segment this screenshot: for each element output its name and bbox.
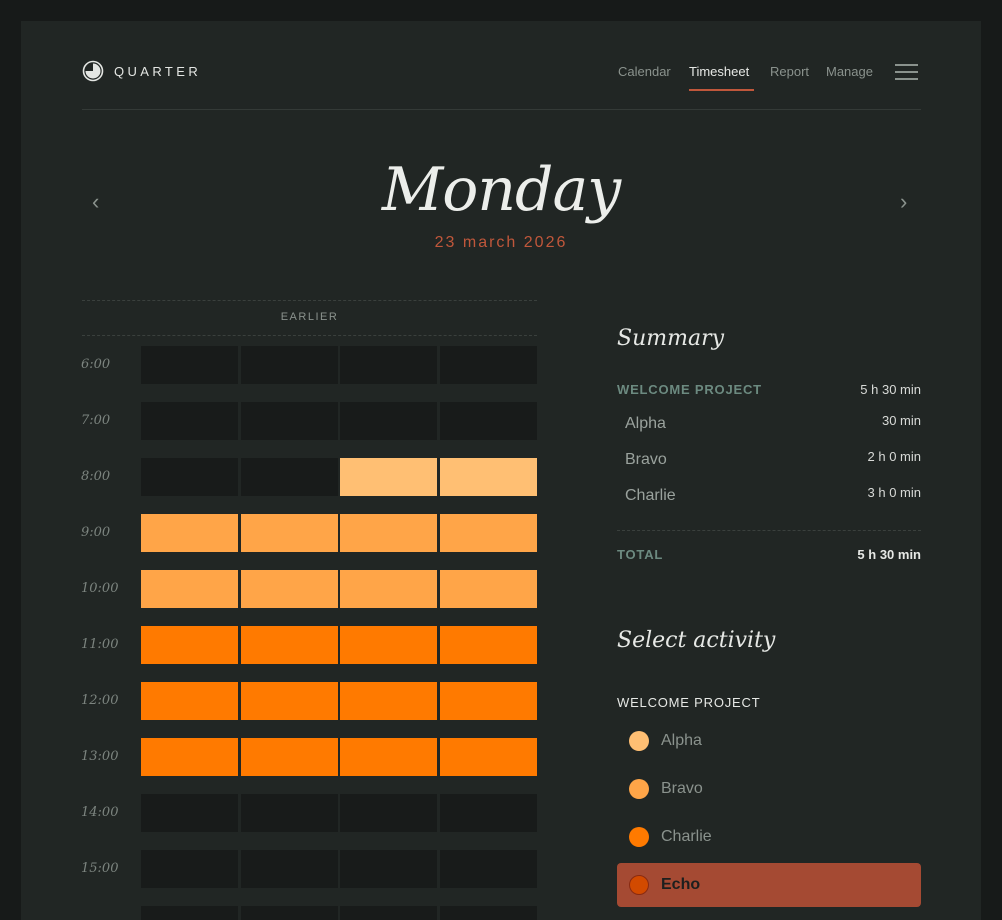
hour-label: 14:00 — [81, 805, 119, 820]
time-slot-empty[interactable] — [241, 850, 338, 888]
time-slot-charlie[interactable] — [141, 682, 238, 720]
color-dot-icon — [629, 827, 649, 847]
time-slot-empty[interactable] — [340, 402, 437, 440]
quarter-clock-icon — [82, 60, 104, 82]
summary-divider — [617, 530, 921, 531]
time-slot-bravo[interactable] — [141, 570, 238, 608]
color-dot-icon — [629, 779, 649, 799]
summary-item-alpha-value: 30 min — [881, 413, 921, 428]
time-slot-bravo[interactable] — [440, 570, 537, 608]
logo[interactable]: QUARTER — [82, 60, 201, 82]
time-slot-bravo[interactable] — [241, 514, 338, 552]
time-slot-charlie[interactable] — [440, 682, 537, 720]
time-slot-empty[interactable] — [440, 346, 537, 384]
color-dot-icon — [629, 731, 649, 751]
time-slot-empty[interactable] — [141, 402, 238, 440]
time-slot-empty[interactable] — [141, 794, 238, 832]
time-slot-charlie[interactable] — [440, 738, 537, 776]
hour-label: 8:00 — [81, 469, 111, 484]
activity-item-label: Bravo — [661, 780, 703, 797]
time-slot-empty[interactable] — [241, 794, 338, 832]
summary-total-label: TOTAL — [617, 547, 664, 562]
hour-label: 11:00 — [81, 637, 119, 652]
time-slot-empty[interactable] — [141, 458, 238, 496]
time-slot-empty[interactable] — [241, 402, 338, 440]
day-title: Monday — [381, 155, 621, 225]
time-slot-empty[interactable] — [440, 906, 537, 920]
summary-item-bravo-label: Bravo — [625, 451, 667, 468]
activity-item-charlie[interactable]: Charlie — [617, 815, 921, 859]
day-date: 23 march 2026 — [434, 234, 568, 251]
activity-item-label: Alpha — [661, 732, 702, 749]
time-slot-charlie[interactable] — [141, 738, 238, 776]
color-dot-icon — [629, 875, 649, 895]
summary-item-bravo-value: 2 h 0 min — [867, 449, 921, 464]
nav-manage[interactable]: Manage — [826, 64, 873, 79]
summary-item-charlie-label: Charlie — [625, 487, 676, 504]
summary-project-name: WELCOME PROJECT — [617, 382, 762, 397]
header-divider — [82, 109, 921, 110]
activity-item-bravo[interactable]: Bravo — [617, 767, 921, 811]
time-slot-bravo[interactable] — [340, 514, 437, 552]
summary-project-total: 5 h 30 min — [860, 382, 921, 397]
timeline-top-divider — [82, 300, 537, 301]
time-slot-charlie[interactable] — [241, 682, 338, 720]
summary-total-value: 5 h 30 min — [857, 547, 921, 562]
time-slot-empty[interactable] — [440, 850, 537, 888]
time-slot-charlie[interactable] — [241, 738, 338, 776]
time-slot-empty[interactable] — [141, 906, 238, 920]
time-slot-empty[interactable] — [241, 346, 338, 384]
summary-item-alpha-label: Alpha — [625, 415, 666, 432]
time-slot-empty[interactable] — [340, 850, 437, 888]
hour-label: 12:00 — [81, 693, 119, 708]
activity-item-label: Charlie — [661, 828, 712, 845]
time-slot-charlie[interactable] — [440, 626, 537, 664]
time-slot-empty[interactable] — [241, 906, 338, 920]
timeline-header-divider — [82, 335, 537, 336]
activity-project-name: WELCOME PROJECT — [617, 695, 761, 710]
active-tab-indicator — [689, 89, 754, 91]
time-slot-empty[interactable] — [440, 402, 537, 440]
hour-label: 13:00 — [81, 749, 119, 764]
time-slot-charlie[interactable] — [340, 738, 437, 776]
hour-label: 6:00 — [81, 357, 111, 372]
time-slot-empty[interactable] — [141, 346, 238, 384]
time-slot-charlie[interactable] — [340, 626, 437, 664]
time-slot-alpha[interactable] — [340, 458, 437, 496]
hour-label: 15:00 — [81, 861, 119, 876]
app-frame: QUARTER Calendar Timesheet Report Manage… — [21, 21, 981, 920]
nav-report[interactable]: Report — [770, 64, 809, 79]
summary-title: Summary — [617, 326, 725, 351]
summary-item-charlie-value: 3 h 0 min — [867, 485, 921, 500]
time-slot-empty[interactable] — [340, 794, 437, 832]
hamburger-icon[interactable] — [895, 64, 918, 80]
time-slot-charlie[interactable] — [340, 682, 437, 720]
time-slot-bravo[interactable] — [141, 514, 238, 552]
time-slot-empty[interactable] — [340, 906, 437, 920]
activity-item-alpha[interactable]: Alpha — [617, 719, 921, 763]
hour-label: 7:00 — [81, 413, 111, 428]
time-slot-charlie[interactable] — [241, 626, 338, 664]
time-slot-bravo[interactable] — [340, 570, 437, 608]
time-slot-empty[interactable] — [340, 346, 437, 384]
hour-label: 10:00 — [81, 581, 119, 596]
nav-timesheet[interactable]: Timesheet — [689, 64, 749, 79]
time-slot-empty[interactable] — [440, 794, 537, 832]
activity-title: Select activity — [617, 628, 776, 653]
time-slot-alpha[interactable] — [440, 458, 537, 496]
time-slot-charlie[interactable] — [141, 626, 238, 664]
time-slot-empty[interactable] — [241, 458, 338, 496]
time-slot-bravo[interactable] — [440, 514, 537, 552]
activity-item-label: Echo — [661, 876, 701, 893]
app-name: QUARTER — [114, 63, 202, 79]
time-slot-empty[interactable] — [141, 850, 238, 888]
nav-calendar[interactable]: Calendar — [618, 64, 671, 79]
earlier-button[interactable]: EARLIER — [82, 311, 537, 323]
hour-label: 9:00 — [81, 525, 111, 540]
activity-item-echo[interactable]: Echo — [617, 863, 921, 907]
time-slot-bravo[interactable] — [241, 570, 338, 608]
